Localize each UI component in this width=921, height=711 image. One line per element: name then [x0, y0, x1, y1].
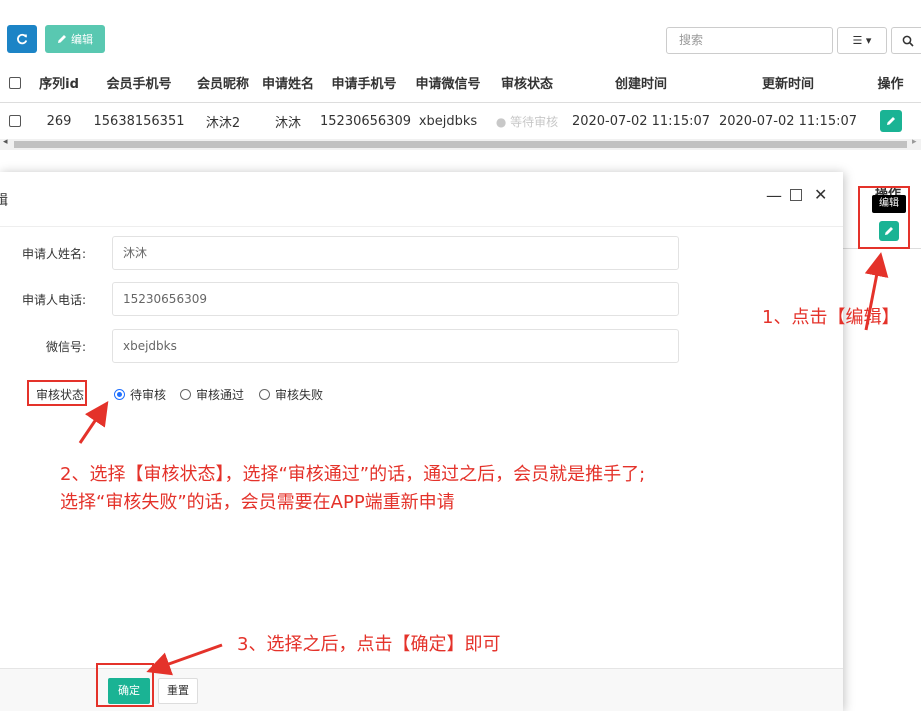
arrow-step1: [864, 252, 889, 331]
annotation-arrows: [78, 252, 889, 676]
arrow-step2: [78, 401, 109, 444]
arrow-step3: [146, 643, 223, 676]
